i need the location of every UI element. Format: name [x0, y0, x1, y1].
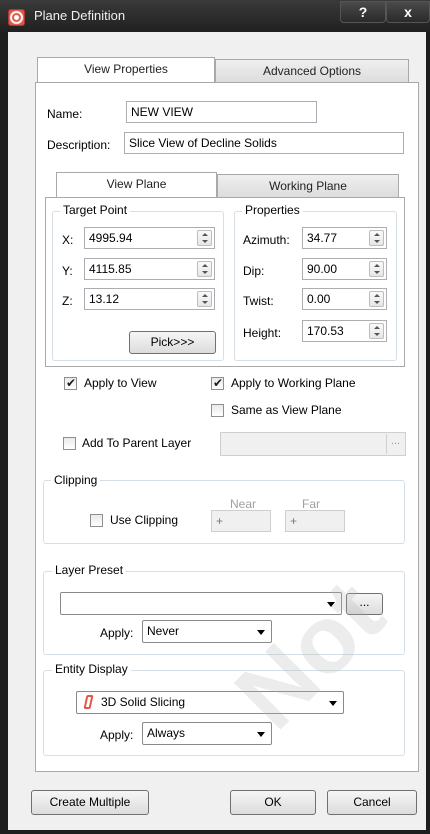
- tab-view-properties[interactable]: View Properties: [37, 57, 215, 83]
- target-z-input[interactable]: 13.12: [84, 288, 215, 310]
- height-label: Height:: [243, 326, 282, 340]
- properties-title: Properties: [242, 203, 303, 217]
- use-clipping-checkbox[interactable]: [90, 514, 103, 527]
- close-icon: x: [404, 4, 412, 20]
- entity-display-apply-value: Always: [147, 726, 186, 740]
- dip-value: 90.00: [307, 262, 338, 276]
- parent-layer-browse-button: ...: [386, 434, 404, 454]
- tab-working-plane[interactable]: Working Plane: [217, 174, 399, 198]
- far-input: +: [285, 510, 345, 532]
- apply-to-view-label: Apply to View: [84, 376, 157, 390]
- target-x-value: 4995.94: [89, 231, 133, 245]
- apply-to-working-plane-checkbox[interactable]: [211, 376, 224, 390]
- pick-button[interactable]: Pick>>>: [129, 331, 216, 354]
- add-to-parent-layer-checkbox[interactable]: [63, 437, 76, 450]
- spin-icon[interactable]: [197, 291, 212, 307]
- azimuth-input[interactable]: 34.77: [302, 227, 387, 249]
- help-button[interactable]: ?: [340, 1, 386, 23]
- cancel-button[interactable]: Cancel: [327, 790, 417, 815]
- apply-to-working-plane-label: Apply to Working Plane: [231, 376, 356, 390]
- target-x-input[interactable]: 4995.94: [84, 227, 215, 249]
- target-point-title: Target Point: [60, 203, 131, 217]
- tab-view-properties-label: View Properties: [84, 62, 168, 76]
- app-icon: [8, 9, 25, 26]
- target-z-label: Z:: [62, 294, 73, 308]
- twist-input[interactable]: 0.00: [302, 288, 387, 310]
- target-y-value: 4115.85: [89, 262, 132, 276]
- parent-layer-input: ...: [220, 432, 406, 456]
- description-input[interactable]: Slice View of Decline Solids: [124, 132, 404, 154]
- near-input: +: [211, 510, 271, 532]
- height-input[interactable]: 170.53: [302, 320, 387, 342]
- clipping-title: Clipping: [51, 473, 101, 487]
- near-label: Near: [230, 497, 257, 511]
- close-button[interactable]: x: [386, 1, 430, 23]
- dropdown-arrow-icon: [329, 701, 337, 706]
- add-to-parent-layer-label: Add To Parent Layer: [82, 436, 192, 450]
- twist-value: 0.00: [307, 292, 331, 306]
- far-label: Far: [302, 497, 320, 511]
- slicing-icon: [83, 695, 94, 709]
- tab-view-plane-label: View Plane: [106, 177, 167, 191]
- target-z-value: 13.12: [89, 292, 120, 306]
- help-icon: ?: [358, 4, 368, 20]
- window-title: Plane Definition: [34, 8, 126, 23]
- spin-icon[interactable]: [369, 323, 384, 339]
- spin-icon[interactable]: [197, 230, 212, 246]
- spin-icon[interactable]: [369, 261, 384, 277]
- dropdown-arrow-icon: [257, 732, 265, 737]
- layer-preset-title: Layer Preset: [52, 563, 127, 577]
- same-as-view-plane-label: Same as View Plane: [231, 403, 342, 417]
- spin-icon[interactable]: [197, 261, 212, 277]
- target-x-label: X:: [62, 233, 74, 247]
- tab-working-plane-label: Working Plane: [269, 179, 347, 193]
- create-multiple-button[interactable]: Create Multiple: [31, 790, 149, 815]
- layer-preset-apply-dropdown[interactable]: Never: [142, 620, 272, 643]
- dip-label: Dip:: [243, 264, 265, 278]
- height-value: 170.53: [307, 324, 344, 338]
- use-clipping-label: Use Clipping: [110, 513, 179, 527]
- spin-icon[interactable]: [369, 230, 384, 246]
- description-label: Description:: [47, 138, 111, 152]
- dropdown-arrow-icon: [327, 602, 335, 607]
- ok-button[interactable]: OK: [230, 790, 316, 815]
- layer-preset-apply-label: Apply:: [100, 626, 134, 640]
- name-input[interactable]: NEW VIEW: [126, 101, 317, 123]
- tab-advanced-options[interactable]: Advanced Options: [215, 59, 409, 83]
- layer-preset-dropdown[interactable]: [60, 592, 342, 615]
- azimuth-label: Azimuth:: [243, 233, 290, 247]
- target-y-label: Y:: [62, 264, 73, 278]
- entity-display-value: 3D Solid Slicing: [101, 695, 186, 709]
- layer-preset-apply-value: Never: [147, 624, 180, 638]
- entity-display-title: Entity Display: [52, 662, 131, 676]
- same-as-view-plane-checkbox[interactable]: [211, 404, 224, 417]
- twist-label: Twist:: [243, 294, 274, 308]
- apply-to-view-checkbox[interactable]: [64, 376, 77, 390]
- spin-icon[interactable]: [369, 291, 384, 307]
- entity-display-apply-dropdown[interactable]: Always: [142, 722, 272, 745]
- layer-preset-browse-button[interactable]: ...: [346, 593, 383, 615]
- azimuth-value: 34.77: [307, 231, 338, 245]
- dip-input[interactable]: 90.00: [302, 258, 387, 280]
- dropdown-arrow-icon: [257, 630, 265, 635]
- entity-display-apply-label: Apply:: [100, 728, 134, 742]
- name-label: Name:: [47, 107, 83, 121]
- tab-view-plane[interactable]: View Plane: [56, 172, 217, 198]
- entity-display-dropdown[interactable]: 3D Solid Slicing: [76, 691, 344, 714]
- tab-advanced-options-label: Advanced Options: [262, 64, 362, 78]
- target-y-input[interactable]: 4115.85: [84, 258, 215, 280]
